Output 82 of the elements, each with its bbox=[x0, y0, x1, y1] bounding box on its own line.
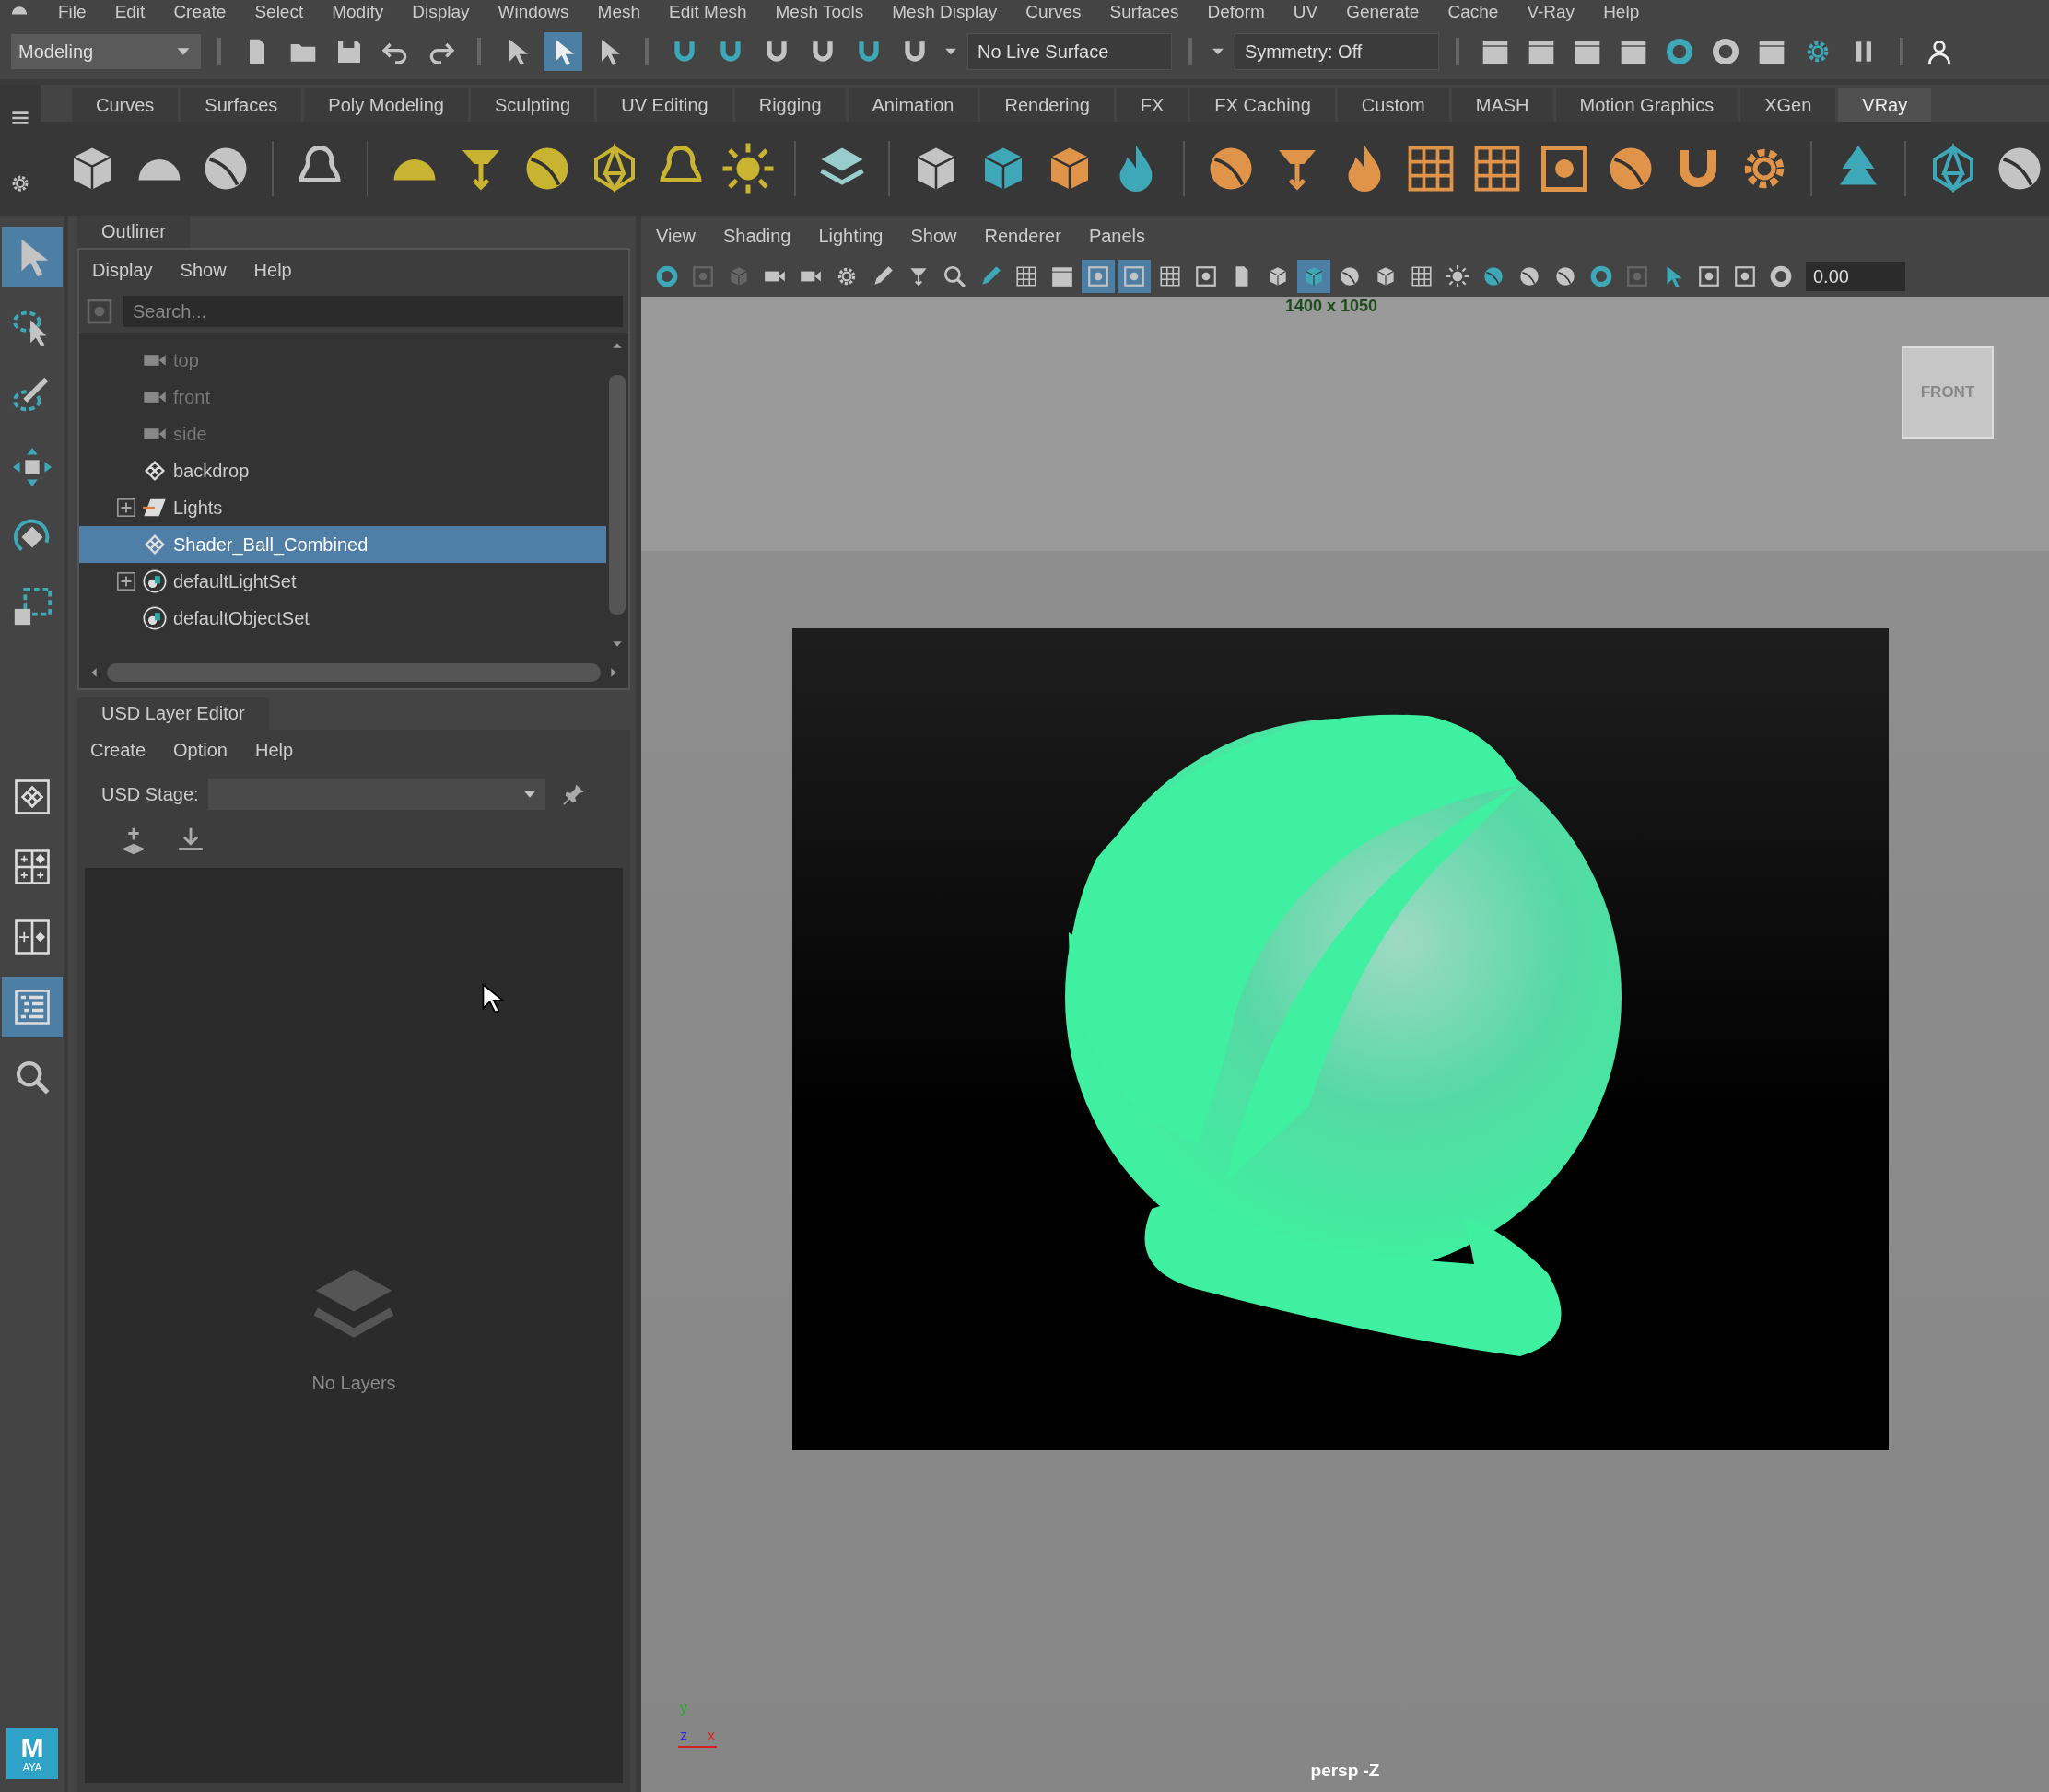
menu-item[interactable]: View bbox=[656, 225, 696, 247]
filter-icon bbox=[85, 297, 114, 326]
menu-item[interactable]: Help bbox=[254, 739, 294, 761]
x-axis-line bbox=[678, 1746, 717, 1748]
outliner-item[interactable]: defaultObjectSet bbox=[79, 600, 606, 637]
menu-set-dropdown[interactable]: Modeling bbox=[11, 34, 201, 69]
symmetry-field[interactable]: Symmetry: Off bbox=[1235, 33, 1439, 70]
shelf-tab[interactable]: Poly Modeling bbox=[304, 88, 468, 122]
panel-tab[interactable]: Outliner bbox=[77, 216, 191, 248]
field-label: USD Stage: bbox=[101, 783, 199, 805]
ring-icon[interactable] bbox=[1711, 37, 1740, 66]
menu-item[interactable]: Lighting bbox=[818, 225, 884, 247]
expand-icon[interactable] bbox=[116, 498, 136, 518]
menu-item[interactable]: Display bbox=[412, 3, 470, 21]
shelf-tab[interactable]: Custom bbox=[1337, 88, 1449, 122]
menu-item[interactable]: Generate bbox=[1346, 3, 1420, 21]
menu-item[interactable]: UV bbox=[1293, 3, 1318, 21]
menu-item[interactable]: File bbox=[58, 3, 87, 21]
menu-item[interactable]: Show bbox=[910, 225, 957, 247]
menu-item[interactable]: Mesh Display bbox=[892, 3, 998, 21]
menu-item[interactable]: Show bbox=[180, 259, 227, 281]
resolution-label: 1400 x 1050 bbox=[1284, 297, 1378, 317]
shelf-tab[interactable]: VRay bbox=[1838, 88, 1932, 122]
menu-item[interactable]: Curves bbox=[1025, 3, 1082, 21]
menu-item[interactable]: Windows bbox=[498, 3, 569, 21]
panel-tab[interactable]: USD Layer Editor bbox=[77, 697, 269, 730]
shelf-tab[interactable]: MASH bbox=[1451, 88, 1553, 122]
horizontal-scrollbar[interactable] bbox=[79, 657, 628, 688]
shelf-tab[interactable]: Rendering bbox=[980, 88, 1114, 122]
outliner-layout-icon bbox=[13, 988, 52, 1026]
shelf-tab[interactable]: FX Caching bbox=[1190, 88, 1335, 122]
menu-item[interactable]: Cache bbox=[1447, 3, 1499, 21]
menu-item[interactable]: Mesh bbox=[597, 3, 641, 21]
shelf-tab[interactable]: Surfaces bbox=[181, 88, 302, 122]
menu-item[interactable]: Deform bbox=[1207, 3, 1265, 21]
menu-item[interactable]: Display bbox=[92, 259, 153, 281]
menu-item[interactable]: Option bbox=[173, 739, 228, 761]
outliner-item[interactable]: Shader_Ball_Combined bbox=[79, 526, 606, 563]
set-icon bbox=[142, 605, 168, 631]
shelf-tab[interactable]: Motion Graphics bbox=[1555, 88, 1739, 122]
menu-item[interactable]: Mesh Tools bbox=[775, 3, 864, 21]
app-logo: M AYA bbox=[6, 1728, 58, 1779]
set-icon bbox=[142, 568, 168, 594]
search-icon bbox=[14, 1059, 51, 1095]
empty-message: No Layers bbox=[311, 1373, 396, 1394]
search-field[interactable]: Search... bbox=[123, 296, 623, 327]
four-pane-icon bbox=[13, 848, 52, 886]
menu-item[interactable]: Edit bbox=[114, 3, 146, 21]
expand-icon[interactable] bbox=[116, 571, 136, 591]
shelf-tab[interactable]: Rigging bbox=[734, 88, 846, 122]
shelf-tab[interactable]: Animation bbox=[848, 88, 978, 122]
axis-label: z bbox=[680, 1728, 687, 1744]
shelf-tab[interactable]: FX bbox=[1116, 88, 1188, 122]
menu-item[interactable]: Shading bbox=[723, 225, 791, 247]
ring-icon[interactable] bbox=[1665, 37, 1694, 66]
outliner-item[interactable]: Lights bbox=[79, 489, 606, 526]
menu-item[interactable]: V-Ray bbox=[1527, 3, 1575, 21]
shelf-tab[interactable]: Curves bbox=[72, 88, 179, 122]
menu-item[interactable]: Select bbox=[254, 3, 304, 21]
menu-item[interactable]: Help bbox=[1603, 3, 1640, 21]
menu-item[interactable]: Edit Mesh bbox=[669, 3, 747, 21]
menu-item[interactable]: Create bbox=[173, 3, 227, 21]
shelf-tab[interactable]: Sculpting bbox=[470, 88, 595, 122]
menu-item[interactable]: Create bbox=[90, 739, 146, 761]
camera-label: persp -Z bbox=[1310, 1761, 1380, 1781]
single-pane-icon bbox=[13, 778, 52, 816]
exposure-field[interactable]: 0.00 bbox=[1806, 262, 1905, 291]
axis-label: x bbox=[708, 1728, 715, 1744]
menu-item[interactable]: Help bbox=[253, 259, 292, 281]
shelf-tab[interactable]: XGen bbox=[1740, 88, 1836, 122]
two-pane-icon bbox=[13, 918, 52, 956]
menu-item[interactable]: Panels bbox=[1088, 225, 1146, 247]
layout-button[interactable] bbox=[2, 977, 63, 1037]
outliner-item[interactable]: defaultLightSet bbox=[79, 563, 606, 600]
outliner-item[interactable]: backdrop bbox=[79, 452, 606, 489]
menu-item[interactable]: Renderer bbox=[984, 225, 1061, 247]
menu-item[interactable]: Surfaces bbox=[1109, 3, 1179, 21]
menu-item[interactable]: Modify bbox=[332, 3, 384, 21]
shelf-tab[interactable]: UV Editing bbox=[597, 88, 732, 122]
axis-label: y bbox=[680, 1700, 687, 1716]
live-surface-field[interactable]: No Live Surface bbox=[967, 33, 1172, 70]
move-icon[interactable] bbox=[11, 446, 53, 488]
